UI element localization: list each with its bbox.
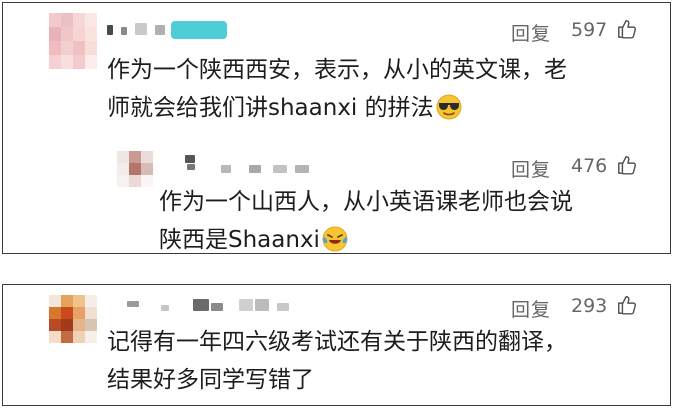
comment-card: 回复 293 记得有一年四六级考试还有关于陕西的翻译， 结果好多同学写错了 [2,284,671,406]
comment-text-segment: 师就会给我们讲shaanxi 的拼法 [107,95,434,121]
like-count: 597 [571,19,608,41]
comment-thread-card: 回复 597 作为一个陕西西安，表示，从小的英文课，老 师就会给我们讲shaan… [2,2,671,254]
username-redacted [127,295,307,315]
reply-text-segment: 陕西是Shaanxi [159,227,320,253]
reply-button[interactable]: 回复 [511,155,551,182]
avatar[interactable] [49,13,97,69]
like-count: 476 [571,155,608,177]
like-count: 293 [571,295,608,317]
comment-text-line: 结果好多同学写错了 [107,367,314,393]
reply-text-line: 陕西是Shaanxi [159,221,573,259]
comment-text: 记得有一年四六级考试还有关于陕西的翻译， 结果好多同学写错了 [107,323,567,399]
comment-text-line: 作为一个陕西西安，表示，从小的英文课，老 [107,57,567,83]
reply-text-line: 作为一个山西人，从小英语课老师也会说 [159,189,573,215]
comment-text: 作为一个陕西西安，表示，从小的英文课，老 师就会给我们讲shaanxi 的拼法 [107,51,567,127]
reply-button[interactable]: 回复 [511,19,551,46]
thumbs-up-icon[interactable] [616,154,638,176]
sunglasses-emoji-icon [436,94,462,120]
avatar[interactable] [49,295,97,343]
reply-text: 作为一个山西人，从小英语课老师也会说 陕西是Shaanxi [159,183,573,259]
reply-button[interactable]: 回复 [511,295,551,322]
laughing-crying-emoji-icon [322,226,348,252]
username-redacted [107,19,227,39]
avatar[interactable] [117,151,153,187]
comment-text-line: 师就会给我们讲shaanxi 的拼法 [107,89,567,127]
comment-text-line: 记得有一年四六级考试还有关于陕西的翻译， [107,329,567,355]
username-redacted [185,155,335,175]
thumbs-up-icon[interactable] [616,294,638,316]
thumbs-up-icon[interactable] [616,18,638,40]
